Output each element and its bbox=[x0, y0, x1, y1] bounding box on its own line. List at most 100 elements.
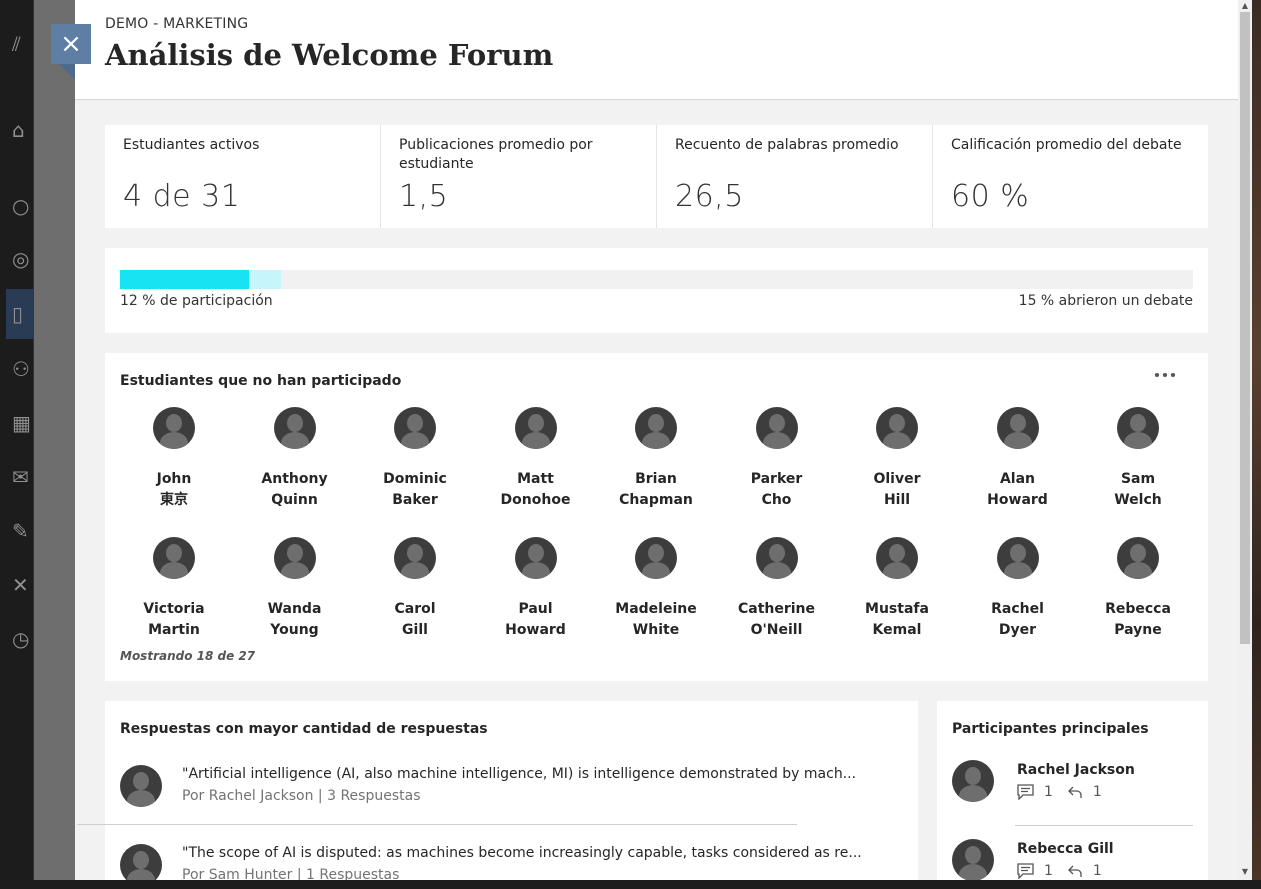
student-item[interactable]: Sam Welch bbox=[1083, 407, 1193, 511]
student-name: Mustafa Kemal bbox=[842, 599, 952, 641]
student-item[interactable]: Oliver Hill bbox=[842, 407, 952, 511]
close-button-tab bbox=[59, 64, 75, 80]
student-last-name: Martin bbox=[148, 622, 200, 638]
stat-label: Recuento de palabras promedio bbox=[675, 137, 899, 153]
user-avatar-icon bbox=[952, 839, 994, 880]
participant-name[interactable]: Rebecca Gill bbox=[1017, 841, 1114, 857]
student-last-name: Kemal bbox=[872, 622, 922, 638]
student-first-name: Mustafa bbox=[865, 601, 929, 617]
student-last-name: Chapman bbox=[619, 492, 693, 508]
student-item[interactable]: Paul Howard bbox=[481, 537, 591, 641]
student-last-name: Cho bbox=[761, 492, 792, 508]
participant-name[interactable]: Rachel Jackson bbox=[1017, 762, 1135, 778]
section-title: Participantes principales bbox=[952, 721, 1149, 737]
user-avatar-icon bbox=[120, 765, 162, 807]
user-avatar-icon bbox=[514, 407, 557, 449]
participation-track bbox=[120, 270, 1193, 289]
user-avatar-icon bbox=[755, 407, 798, 449]
reply-text[interactable]: "Artificial intelligence (AI, also machi… bbox=[182, 766, 856, 782]
student-last-name: 東京 bbox=[160, 492, 188, 508]
student-first-name: Anthony bbox=[261, 471, 328, 487]
student-item[interactable]: John 東京 bbox=[119, 407, 229, 511]
opened-label: 15 % abrieron un debate bbox=[1018, 293, 1193, 309]
student-name: Dominic Baker bbox=[360, 469, 470, 511]
student-item[interactable]: Rachel Dyer bbox=[963, 537, 1073, 641]
stat-label: Publicaciones promedio por estudiante bbox=[399, 137, 593, 172]
scroll-thumb[interactable] bbox=[1240, 12, 1250, 644]
user-avatar-icon bbox=[153, 537, 195, 579]
student-last-name: Baker bbox=[392, 492, 438, 508]
participation-fill bbox=[120, 270, 249, 289]
divider bbox=[77, 824, 797, 825]
student-name: Matt Donohoe bbox=[481, 469, 591, 511]
student-item[interactable]: Rebecca Payne bbox=[1083, 537, 1193, 641]
participant-stats: 1 1 bbox=[1017, 784, 1116, 800]
student-item[interactable]: Wanda Young bbox=[240, 537, 350, 641]
student-name: Paul Howard bbox=[481, 599, 591, 641]
student-last-name: Gill bbox=[402, 622, 428, 638]
student-name: Alan Howard bbox=[963, 469, 1073, 511]
stat-avg-words: Recuento de palabras promedio 26,5 bbox=[657, 125, 933, 228]
user-avatar-icon bbox=[120, 844, 162, 880]
top-replies-card: Respuestas con mayor cantidad de respues… bbox=[105, 701, 918, 880]
more-options-icon[interactable] bbox=[1155, 367, 1175, 383]
reply-text[interactable]: "The scope of AI is disputed: as machine… bbox=[182, 845, 862, 861]
user-avatar-icon bbox=[394, 537, 436, 579]
stat-value: 60 % bbox=[951, 179, 1030, 214]
student-item[interactable]: Victoria Martin bbox=[119, 537, 229, 641]
breadcrumb: DEMO - MARKETING bbox=[105, 16, 249, 32]
user-avatar-icon bbox=[273, 407, 316, 449]
stat-avg-grade: Calificación promedio del debate 60 % bbox=[933, 125, 1208, 228]
stat-value: 26,5 bbox=[675, 179, 744, 214]
student-item[interactable]: Alan Howard bbox=[963, 407, 1073, 511]
student-first-name: Catherine bbox=[737, 601, 816, 617]
student-last-name: Howard bbox=[987, 492, 1048, 508]
student-item[interactable]: Carol Gill bbox=[360, 537, 470, 641]
scrollbar[interactable]: ▲ ▼ bbox=[1238, 0, 1252, 880]
top-participants-card: Participantes principales Rachel Jackson… bbox=[937, 701, 1208, 880]
student-item[interactable]: Dominic Baker bbox=[360, 407, 470, 511]
student-first-name: Victoria bbox=[143, 601, 205, 617]
student-item[interactable]: Matt Donohoe bbox=[481, 407, 591, 511]
comment-icon bbox=[1017, 863, 1034, 879]
student-name: Sam Welch bbox=[1083, 469, 1193, 511]
stat-value: 1,5 bbox=[399, 179, 449, 214]
student-last-name: White bbox=[632, 622, 680, 638]
student-name: Catherine O'Neill bbox=[722, 599, 832, 641]
window-bottom-edge bbox=[0, 880, 1261, 889]
replies-count: 1 bbox=[1092, 784, 1102, 800]
student-first-name: John bbox=[156, 471, 192, 487]
student-name: Parker Cho bbox=[722, 469, 832, 511]
student-name: Victoria Martin bbox=[119, 599, 229, 641]
student-item[interactable]: Brian Chapman bbox=[601, 407, 711, 511]
student-first-name: Alan bbox=[999, 471, 1036, 487]
stat-value: 4 de 31 bbox=[123, 179, 241, 214]
stat-label: Estudiantes activos bbox=[123, 137, 260, 153]
posts-count: 1 bbox=[1044, 784, 1053, 800]
scroll-up-icon[interactable]: ▲ bbox=[1238, 0, 1252, 12]
divider bbox=[1015, 825, 1193, 826]
participant-stats: 1 1 bbox=[1017, 863, 1116, 879]
student-item[interactable]: Catherine O'Neill bbox=[722, 537, 832, 641]
student-item[interactable]: Anthony Quinn bbox=[240, 407, 350, 511]
user-avatar-icon bbox=[514, 537, 557, 579]
page-title: Análisis de Welcome Forum bbox=[105, 38, 554, 72]
student-name: Brian Chapman bbox=[601, 469, 711, 511]
stat-label: Calificación promedio del debate bbox=[951, 137, 1182, 153]
close-button[interactable]: × bbox=[51, 24, 91, 64]
stat-avg-posts: Publicaciones promedio por estudiante 1,… bbox=[381, 125, 657, 228]
student-last-name: Hill bbox=[883, 492, 911, 508]
participation-card: 12 % de participación 15 % abrieron un d… bbox=[105, 248, 1208, 333]
student-item[interactable]: Madeleine White bbox=[601, 537, 711, 641]
scroll-down-icon[interactable]: ▼ bbox=[1238, 866, 1252, 878]
user-avatar-icon bbox=[755, 537, 798, 579]
replies-count: 1 bbox=[1092, 863, 1102, 879]
student-first-name: Parker bbox=[750, 471, 803, 487]
user-avatar-icon bbox=[952, 760, 994, 802]
app-nav-sidebar: ⫽ ⌂ ○ ◎ ▯ ⚇ ▦ ✉ ✎ ✕ ◷ bbox=[0, 0, 34, 889]
reply-icon bbox=[1068, 786, 1082, 798]
student-item[interactable]: Mustafa Kemal bbox=[842, 537, 952, 641]
user-avatar-icon bbox=[996, 407, 1039, 449]
student-name: Wanda Young bbox=[240, 599, 350, 641]
student-item[interactable]: Parker Cho bbox=[722, 407, 832, 511]
